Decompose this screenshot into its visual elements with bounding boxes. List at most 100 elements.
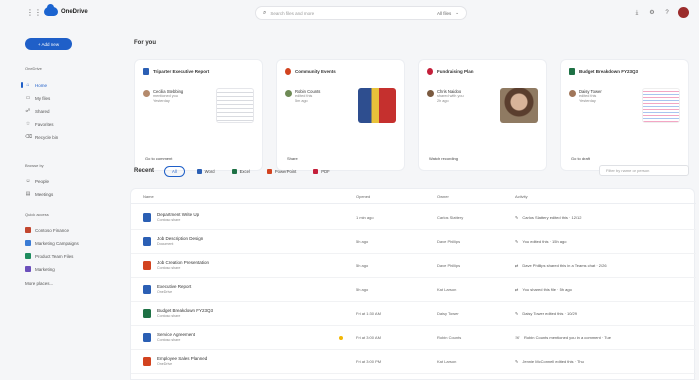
word-icon	[196, 168, 202, 174]
sidebar-section-browse: Browse by	[25, 163, 44, 168]
file-name[interactable]: Service Agreement	[157, 332, 195, 338]
sidebar-item-label: Home	[35, 82, 48, 88]
video-thumbnail	[500, 88, 538, 123]
sidebar-item-quick-access[interactable]: Marketing Campaigns	[25, 238, 105, 248]
table-row[interactable]: Job Description Design Document 5h ago Da…	[131, 230, 696, 254]
sidebar-item-label: Product Team Files	[35, 253, 74, 259]
star-icon: ☆	[25, 121, 31, 127]
document-thumbnail	[216, 88, 254, 123]
activity-cell: ✎ Jennie McConnell edited this · Thu	[515, 359, 584, 364]
for-you-card[interactable]: Budget Breakdown FY23Q3 Daisy Tower edit…	[560, 59, 689, 171]
column-header-owner[interactable]: Owner	[437, 194, 449, 199]
file-name[interactable]: Employee Sales Planned	[157, 356, 207, 362]
file-name[interactable]: Budget Breakdown FY23Q3	[157, 308, 213, 314]
avatar	[285, 90, 292, 97]
filter-chip-label: Excel	[239, 168, 250, 174]
sidebar-item-shared[interactable]: ☍ Shared	[25, 106, 105, 116]
search-input[interactable]: Search files and more	[270, 11, 433, 16]
file-name[interactable]: Job Description Design	[157, 236, 203, 242]
activity-cell: ☏ Robin Counts mentioned you in a comment…	[515, 335, 611, 340]
activity-text: Carlos Slattery edited this · 12/12	[522, 215, 582, 220]
table-row[interactable]: Job Creation Presentation Contoso share 5…	[131, 254, 696, 278]
sidebar-item-recycle-bin[interactable]: ⌫ Recycle bin	[25, 132, 105, 142]
file-name-cell: Job Description Design Document	[143, 236, 203, 247]
table-row[interactable]: Budget Breakdown FY23Q3 Contoso share Fri…	[131, 302, 696, 326]
table-row[interactable]: Service Agreement Contoso share Fri at 3:…	[131, 326, 696, 350]
card-action-button[interactable]: Watch recording	[425, 154, 462, 163]
card-header: Budget Breakdown FY23Q3	[569, 68, 684, 75]
powerpoint-file-icon	[143, 357, 151, 366]
file-name[interactable]: Job Creation Presentation	[157, 260, 209, 266]
sidebar-item-meetings[interactable]: ▤ Meetings	[25, 189, 105, 199]
filter-chip-all[interactable]: All	[164, 165, 185, 177]
opened-cell: Fri at 1:30 AM	[356, 311, 381, 316]
sidebar-item-people[interactable]: ☺ People	[25, 176, 105, 186]
main-content: For you Triparter Executive Report Cecil…	[120, 26, 696, 380]
help-icon[interactable]: ?	[663, 9, 671, 17]
sidebar-item-my-files[interactable]: ▭ My files	[25, 93, 105, 103]
sidebar-item-home[interactable]: ⌂ Home	[21, 80, 105, 90]
column-header-activity[interactable]: Activity	[515, 194, 528, 199]
site-icon	[25, 240, 31, 246]
column-header-name[interactable]: Name	[143, 194, 154, 199]
excel-file-icon	[143, 309, 151, 318]
file-location: Contoso share	[157, 313, 181, 318]
opened-cell: 5h ago	[356, 239, 369, 244]
sidebar-item-favorites[interactable]: ☆ Favorites	[25, 119, 105, 129]
card-title: Fundraising Plan	[437, 69, 474, 74]
filter-chip-pdf[interactable]: PDF	[308, 166, 334, 177]
owner-cell: Dave Phillips	[437, 263, 461, 268]
card-header: Community Events	[285, 68, 400, 75]
onedrive-cloud-icon	[44, 4, 58, 16]
file-name[interactable]: Department Write Up	[157, 212, 199, 218]
filter-chip-label: PowerPoint	[274, 168, 297, 174]
search-box[interactable]: ⌕ Search files and more All files ⌄	[255, 6, 467, 20]
edit-icon: ✎	[515, 311, 519, 316]
avatar[interactable]	[678, 7, 689, 18]
app-logo[interactable]: OneDrive	[44, 4, 88, 16]
folder-icon: ▭	[25, 95, 31, 101]
card-person: Chris Naidoo shared with you 2h ago	[427, 89, 487, 104]
card-person: Daisy Tower edited this Yesterday	[569, 89, 629, 104]
file-location: OneDrive	[157, 361, 173, 366]
filter-chip-powerpoint[interactable]: PowerPoint	[262, 166, 301, 177]
for-you-card[interactable]: Triparter Executive Report Cecilia Stebb…	[134, 59, 263, 171]
activity-cell: ✎ Daisy Tower edited this · 10/29	[515, 311, 577, 316]
sidebar-item-quick-access[interactable]: Product Team Files	[25, 251, 105, 261]
opened-cell: Fri at 3:00 AM	[356, 335, 381, 340]
column-header-opened[interactable]: Opened	[356, 194, 370, 199]
file-name-cell: Employee Sales Planned OneDrive	[143, 356, 207, 367]
owner-cell: Kat Larson	[437, 287, 457, 292]
settings-icon[interactable]: ⚙	[648, 9, 656, 17]
for-you-card[interactable]: Fundraising Plan Chris Naidoo shared wit…	[418, 59, 547, 171]
more-places-link[interactable]: More places...	[25, 278, 105, 288]
chevron-down-icon: ⌄	[455, 10, 459, 15]
card-action-button[interactable]: Go to comment	[141, 154, 176, 163]
sidebar-item-label: Contoso Finance	[35, 227, 70, 233]
sidebar-item-quick-access[interactable]: Marketing	[25, 264, 105, 274]
download-icon[interactable]: ⤓	[633, 9, 641, 17]
sidebar-item-quick-access[interactable]: Contoso Finance	[25, 225, 105, 235]
table-row[interactable]: Executive Report OneDrive 5h ago Kat Lars…	[131, 278, 696, 302]
app-launcher-icon[interactable]: ⋮⋮	[26, 8, 42, 17]
video-file-icon	[427, 68, 433, 75]
recent-files-table: Name Opened Owner Activity Department Wr…	[130, 188, 696, 380]
table-row[interactable]: Employee Sales Planned OneDrive Fri at 3:…	[131, 350, 696, 374]
for-you-card[interactable]: Community Events Robin Counts edited thi…	[276, 59, 405, 171]
opened-cell: 5h ago	[356, 287, 369, 292]
card-action-button[interactable]: Go to draft	[567, 154, 594, 163]
file-name-cell: Executive Report OneDrive	[143, 284, 191, 295]
search-filter-dropdown[interactable]: All files	[437, 11, 451, 16]
card-header: Triparter Executive Report	[143, 68, 258, 75]
filter-chip-word[interactable]: Word	[192, 166, 220, 177]
table-header: Name Opened Owner Activity	[131, 189, 696, 204]
filter-by-name-input[interactable]: Filter by name or person	[599, 165, 689, 176]
filter-chip-excel[interactable]: Excel	[227, 166, 255, 177]
table-row[interactable]: Department Write Up Contoso share 1 min a…	[131, 206, 696, 230]
file-name[interactable]: Executive Report	[157, 284, 191, 290]
opened-cell: 1 min ago	[356, 215, 374, 220]
sidebar-item-label: My files	[35, 95, 51, 101]
activity-text: Dave Phillips shared this in a Teams cha…	[522, 263, 607, 268]
add-new-button[interactable]: + Add new	[25, 38, 72, 50]
card-action-button[interactable]: Share	[283, 154, 302, 163]
